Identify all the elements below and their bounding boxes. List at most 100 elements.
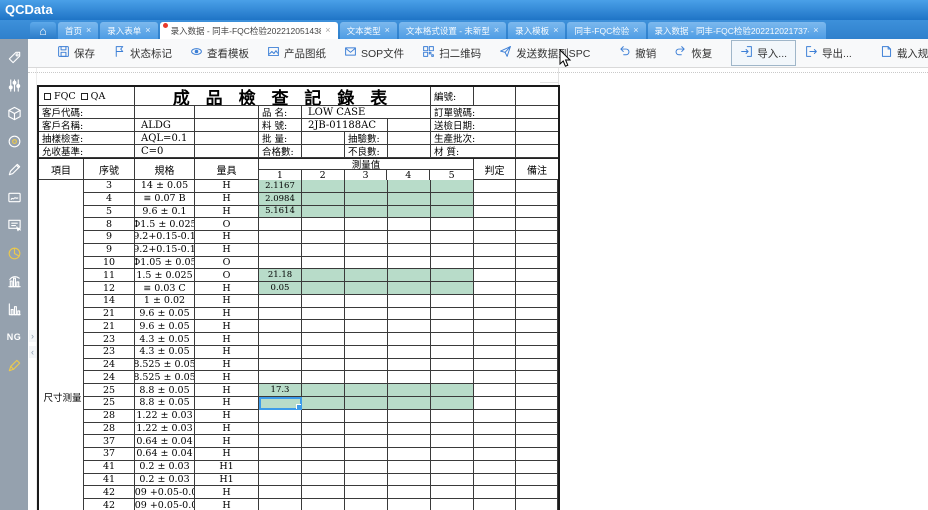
toolbar-button-10[interactable]: 导出... bbox=[796, 40, 861, 66]
measure-cell-5[interactable] bbox=[431, 231, 474, 244]
judge-cell[interactable] bbox=[474, 448, 516, 461]
measure-cell-5[interactable] bbox=[431, 359, 474, 372]
note-cell[interactable] bbox=[516, 499, 558, 510]
note-cell[interactable] bbox=[516, 423, 558, 436]
toolbar-button-2[interactable]: 查看模板 bbox=[181, 40, 258, 66]
seq-cell[interactable]: 23 bbox=[84, 333, 135, 346]
measure-cell-4[interactable] bbox=[388, 410, 431, 423]
gauge-cell[interactable]: H bbox=[195, 206, 259, 219]
judge-cell[interactable] bbox=[474, 333, 516, 346]
measure-cell-1[interactable]: 5.1614 bbox=[259, 206, 302, 219]
measure-cell-1[interactable] bbox=[259, 499, 302, 510]
judge-cell[interactable] bbox=[474, 499, 516, 510]
measure-cell-3[interactable] bbox=[345, 206, 388, 219]
measure-cell-2[interactable] bbox=[302, 384, 345, 397]
spec-cell[interactable]: 0.64 ± 0.04 bbox=[135, 435, 195, 448]
spec-cell[interactable]: 9.2+0.15-0.1 bbox=[135, 231, 195, 244]
measure-cell-1[interactable] bbox=[259, 308, 302, 321]
gauge-cell[interactable]: O bbox=[195, 218, 259, 231]
measure-cell-3[interactable] bbox=[345, 193, 388, 206]
item-cell[interactable] bbox=[39, 218, 84, 231]
spec-cell[interactable]: 9.6 ± 0.05 bbox=[135, 320, 195, 333]
seq-cell[interactable]: 14 bbox=[84, 295, 135, 308]
note-cell[interactable] bbox=[516, 435, 558, 448]
note-cell[interactable] bbox=[516, 346, 558, 359]
tab-close-icon[interactable]: × bbox=[385, 26, 390, 35]
measure-cell-3[interactable] bbox=[345, 231, 388, 244]
measure-cell-1[interactable] bbox=[259, 320, 302, 333]
measure-cell-1[interactable] bbox=[259, 461, 302, 474]
measure-cell-1[interactable] bbox=[259, 410, 302, 423]
measure-cell-4[interactable] bbox=[388, 269, 431, 282]
measure-cell-1[interactable]: 0.05 bbox=[259, 282, 302, 295]
material-value[interactable] bbox=[516, 145, 558, 158]
measure-cell-2[interactable] bbox=[302, 180, 345, 193]
item-cell[interactable] bbox=[39, 269, 84, 282]
spec-cell[interactable]: 4.3 ± 0.05 bbox=[135, 346, 195, 359]
judge-cell[interactable] bbox=[474, 410, 516, 423]
note-cell[interactable] bbox=[516, 193, 558, 206]
measure-cell-5[interactable] bbox=[431, 269, 474, 282]
tab-close-icon[interactable]: × bbox=[325, 26, 330, 35]
spec-cell[interactable]: 8.8 ± 0.05 bbox=[135, 397, 195, 410]
production-lot-value[interactable] bbox=[516, 132, 558, 145]
measure-cell-5[interactable] bbox=[431, 206, 474, 219]
tab-2[interactable]: 录入表单× bbox=[100, 22, 157, 39]
measure-cell-4[interactable] bbox=[388, 206, 431, 219]
measure-cell-1[interactable]: 2.1167 bbox=[259, 180, 302, 193]
measure-cell-1[interactable] bbox=[259, 359, 302, 372]
measure-cell-2[interactable] bbox=[302, 218, 345, 231]
acceptance-value[interactable]: C=0 bbox=[135, 145, 195, 158]
measure-cell-3[interactable] bbox=[345, 320, 388, 333]
spec-cell[interactable]: ≡ 0.07 B bbox=[135, 193, 195, 206]
gauge-cell[interactable]: H bbox=[195, 486, 259, 499]
measure-cell-5[interactable] bbox=[431, 397, 474, 410]
measure-cell-4[interactable] bbox=[388, 193, 431, 206]
tab-close-icon[interactable]: × bbox=[494, 26, 499, 35]
measure-cell-5[interactable] bbox=[431, 435, 474, 448]
order-number-value[interactable] bbox=[516, 106, 558, 119]
measure-cell-2[interactable] bbox=[302, 435, 345, 448]
measure-cell-3[interactable] bbox=[345, 486, 388, 499]
sidebar-item-bar-chart[interactable] bbox=[0, 295, 28, 323]
note-cell[interactable] bbox=[516, 486, 558, 499]
measure-cell-3[interactable] bbox=[345, 384, 388, 397]
judge-cell[interactable] bbox=[474, 269, 516, 282]
measure-cell-1[interactable] bbox=[259, 346, 302, 359]
measure-cell-4[interactable] bbox=[388, 308, 431, 321]
measure-cell-3[interactable] bbox=[345, 397, 388, 410]
tab-4[interactable]: 文本类型× bbox=[340, 22, 397, 39]
measure-cell-2[interactable] bbox=[302, 448, 345, 461]
tab-close-icon[interactable]: × bbox=[633, 26, 638, 35]
gauge-cell[interactable]: H bbox=[195, 435, 259, 448]
measure-cell-5[interactable] bbox=[431, 346, 474, 359]
seq-cell[interactable]: 5 bbox=[84, 206, 135, 219]
measure-cell-2[interactable] bbox=[302, 499, 345, 510]
measure-cell-3[interactable] bbox=[345, 295, 388, 308]
toolbar-button-11[interactable]: 载入规格文件... bbox=[871, 40, 928, 66]
measure-cell-5[interactable] bbox=[431, 384, 474, 397]
item-cell[interactable] bbox=[39, 180, 84, 193]
gauge-cell[interactable]: H bbox=[195, 346, 259, 359]
gauge-cell[interactable]: H bbox=[195, 448, 259, 461]
note-cell[interactable] bbox=[516, 308, 558, 321]
item-cell[interactable] bbox=[39, 295, 84, 308]
measure-cell-4[interactable] bbox=[388, 474, 431, 487]
item-cell[interactable] bbox=[39, 371, 84, 384]
measure-cell-3[interactable] bbox=[345, 474, 388, 487]
sidebar-item-ng[interactable]: NG bbox=[0, 323, 28, 351]
measure-cell-2[interactable] bbox=[302, 231, 345, 244]
measure-cell-4[interactable] bbox=[388, 180, 431, 193]
measure-cell-1[interactable] bbox=[259, 218, 302, 231]
measure-cell-3[interactable] bbox=[345, 435, 388, 448]
item-cell[interactable] bbox=[39, 448, 84, 461]
gauge-cell[interactable]: H bbox=[195, 333, 259, 346]
measure-cell-5[interactable] bbox=[431, 295, 474, 308]
judge-cell[interactable] bbox=[474, 486, 516, 499]
defect-qty-value[interactable] bbox=[388, 145, 431, 158]
measure-cell-3[interactable] bbox=[345, 499, 388, 510]
measure-cell-1[interactable]: 21.18 bbox=[259, 269, 302, 282]
toolbar-button-7[interactable]: 撤销 bbox=[609, 40, 665, 66]
measure-cell-1[interactable] bbox=[259, 231, 302, 244]
measure-cell-1[interactable] bbox=[259, 295, 302, 308]
